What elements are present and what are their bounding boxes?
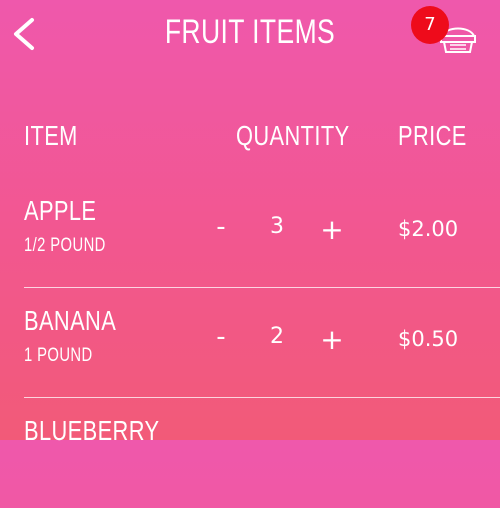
item-price: $0.50 (398, 327, 459, 351)
list-item: BLUEBERRY (0, 398, 500, 508)
increase-quantity-button[interactable]: + (318, 216, 346, 244)
item-price: $2.00 (398, 217, 459, 241)
page-title: FRUIT ITEMS (164, 13, 336, 51)
column-header-item: ITEM (24, 120, 78, 151)
increase-quantity-button[interactable]: + (318, 326, 346, 354)
back-button[interactable] (10, 16, 40, 52)
column-header-quantity: QUANTITY (236, 120, 350, 151)
list-item: APPLE 1/2 POUND - 3 + $2.00 (0, 178, 500, 288)
cart-count-badge: 7 (411, 6, 449, 44)
decrease-quantity-button[interactable]: - (208, 324, 234, 350)
item-unit: 1/2 POUND (24, 235, 106, 256)
item-quantity: 2 (270, 324, 284, 349)
item-name: BLUEBERRY (24, 415, 160, 446)
item-unit: 1 POUND (24, 345, 93, 366)
chevron-left-icon (14, 18, 34, 50)
list-item: BANANA 1 POUND - 2 + $0.50 (0, 288, 500, 398)
item-name: BANANA (24, 305, 117, 336)
item-name: APPLE (24, 195, 97, 226)
decrease-quantity-button[interactable]: - (208, 214, 234, 240)
column-header-price: PRICE (398, 120, 467, 151)
item-quantity: 3 (270, 214, 284, 239)
